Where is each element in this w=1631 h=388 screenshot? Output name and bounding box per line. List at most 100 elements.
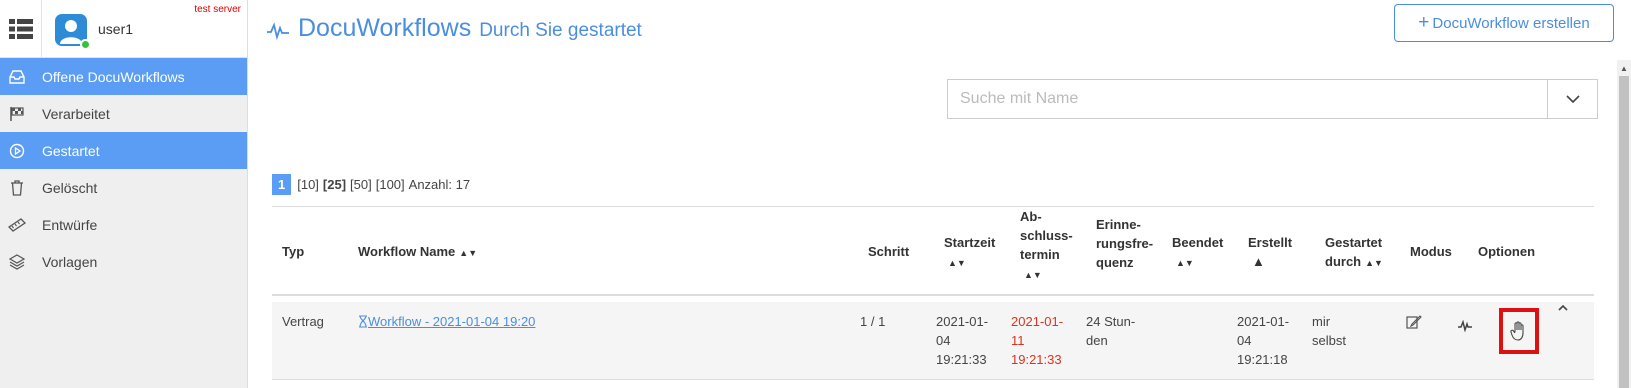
main-content: DocuWorkflows Durch Sie gestartet + Docu… [248,0,1631,388]
sidebar-item-label: Entwürfe [42,216,98,233]
signature-wave-icon[interactable] [1457,318,1473,337]
scrollbar-thumb[interactable] [1619,76,1629,388]
started-by-2: selbst [1312,333,1346,348]
page-size-25[interactable]: [25] [323,177,346,192]
col-erinnerungsfrequenz: Erinne- rungsfre- quenz [1096,215,1153,272]
sort-asc-icon: ▲ [1252,254,1265,269]
started-by-1: mir [1312,314,1331,329]
table-scrollbar[interactable] [1556,302,1570,380]
col-label: Workflow Name [358,244,456,259]
sidebar-item-label: Gestartet [42,142,100,159]
test-server-label: test server [194,4,241,15]
hourglass-icon [359,315,367,328]
chevron-down-icon [1565,95,1580,104]
avatar[interactable] [55,14,91,50]
page-current[interactable]: 1 [272,174,292,195]
menu-toggle-button[interactable] [0,0,42,58]
col-modus: Modus [1410,244,1452,259]
online-status-icon [80,39,91,50]
play-circle-icon [8,142,26,160]
sort-icon: ▲▼ [1024,270,1042,280]
trash-icon [8,179,26,197]
sidebar-item-geloescht[interactable]: Gelöscht [0,169,247,206]
workflow-link[interactable]: Workflow - 2021-01-04 19:20 [368,314,535,329]
col-typ: Typ [282,244,305,259]
col-label-3: termin [1020,247,1060,262]
search-dropdown-button[interactable] [1547,80,1597,118]
cell-erinnerungsfrequenz: 24 Stun- den [1086,312,1135,350]
inbox-icon [8,68,26,86]
page-header: DocuWorkflows Durch Sie gestartet [266,14,642,43]
page-size-10[interactable]: [10] [297,177,319,192]
hand-option-button[interactable] [1499,308,1539,354]
sidebar-item-entwuerfe[interactable]: Entwürfe [0,206,247,243]
sidebar-item-offene[interactable]: Offene DocuWorkflows [0,58,247,95]
start-date-2: 04 [936,333,951,348]
workflow-table: Typ Workflow Name ▲▼ Schritt Startzeit ▲▼… [272,206,1594,380]
col-label-2: durch [1325,254,1362,269]
grid-menu-icon [8,19,33,39]
col-abschlusstermin[interactable]: Ab- schluss- termin ▲▼ [1020,207,1073,285]
col-startzeit[interactable]: Startzeit ▲▼ [944,233,995,273]
col-label-2: schluss- [1020,228,1073,243]
cell-abschlusstermin: 2021-01- 11 19:21:33 [1011,312,1063,369]
page-subtitle: Durch Sie gestartet [479,20,642,41]
signature-wave-icon [267,22,289,40]
sidebar-item-label: Gelöscht [42,179,98,196]
hand-icon [1510,321,1524,341]
sidebar-item-verarbeitet[interactable]: Verarbeitet [0,95,247,132]
search-input[interactable] [948,80,1547,118]
table-header: Typ Workflow Name ▲▼ Schritt Startzeit ▲▼… [272,206,1594,296]
chevron-up-icon [1558,304,1568,311]
edit-mode-icon[interactable] [1406,314,1422,335]
layers-icon [8,253,26,271]
col-erstellt[interactable]: Erstellt ▲ [1248,233,1292,271]
start-date-1: 2021-01- [936,314,989,329]
sidebar-header: user1 test server [0,0,247,58]
page-scrollbar[interactable]: ▲ [1617,60,1631,388]
cell-workflow-name[interactable]: Workflow - 2021-01-04 19:20 [358,312,535,331]
col-label-3: quenz [1096,255,1134,270]
cell-startzeit: 2021-01- 04 19:21:33 [936,312,988,369]
table-row[interactable]: Vertrag Workflow - 2021-01-04 19:20 1 / … [272,302,1594,380]
sidebar-item-label: Offene DocuWorkflows [42,68,185,85]
created-date-2: 04 [1237,333,1252,348]
sort-icon: ▲▼ [1365,258,1383,268]
col-gestartet-durch[interactable]: Gestartet durch ▲▼ [1325,233,1383,273]
result-count: Anzahl: 17 [408,177,471,192]
col-label-2: rungsfre- [1096,236,1154,251]
start-time: 19:21:33 [936,352,987,367]
pagination: 1 [10] [25] [50] [100] Anzahl: 17 [272,174,474,195]
col-label: Erstellt [1248,235,1293,250]
create-button-label: DocuWorkflow erstellen [1432,14,1590,32]
page-size-50[interactable]: [50] [350,177,372,192]
cell-erstellt: 2021-01- 04 19:21:18 [1237,312,1289,369]
cell-schritt: 1 / 1 [860,314,886,329]
sort-icon: ▲▼ [459,248,478,258]
col-label-1: Erinne- [1096,217,1141,232]
created-time: 19:21:18 [1237,352,1288,367]
user-name: user1 [98,21,134,37]
col-beendet[interactable]: Beendet ▲▼ [1172,233,1223,273]
cell-typ: Vertrag [282,314,324,329]
scroll-up-arrow-icon[interactable]: ▲ [1620,64,1628,73]
ruler-icon [8,216,26,234]
sort-icon: ▲▼ [948,258,966,268]
sidebar: user1 test server Offene DocuWorkflows V… [0,0,248,388]
sidebar-item-vorlagen[interactable]: Vorlagen [0,243,247,280]
created-date-1: 2021-01- [1237,314,1290,329]
reminder-2: den [1086,333,1108,348]
col-label: Beendet [1172,235,1224,250]
sidebar-item-gestartet[interactable]: Gestartet [0,132,247,169]
col-label: Startzeit [944,235,996,250]
search-bar [947,79,1598,119]
sidebar-item-label: Vorlagen [42,253,98,270]
col-workflow-name[interactable]: Workflow Name ▲▼ [358,242,477,263]
create-docuworkflow-button[interactable]: + DocuWorkflow erstellen [1394,4,1614,42]
col-label-1: Ab- [1020,209,1042,224]
plus-icon: + [1418,12,1430,33]
page-title: DocuWorkflows [298,14,472,42]
page-size-100[interactable]: [100] [376,177,405,192]
col-optionen: Optionen [1478,244,1536,259]
reminder-1: 24 Stun- [1086,314,1136,329]
